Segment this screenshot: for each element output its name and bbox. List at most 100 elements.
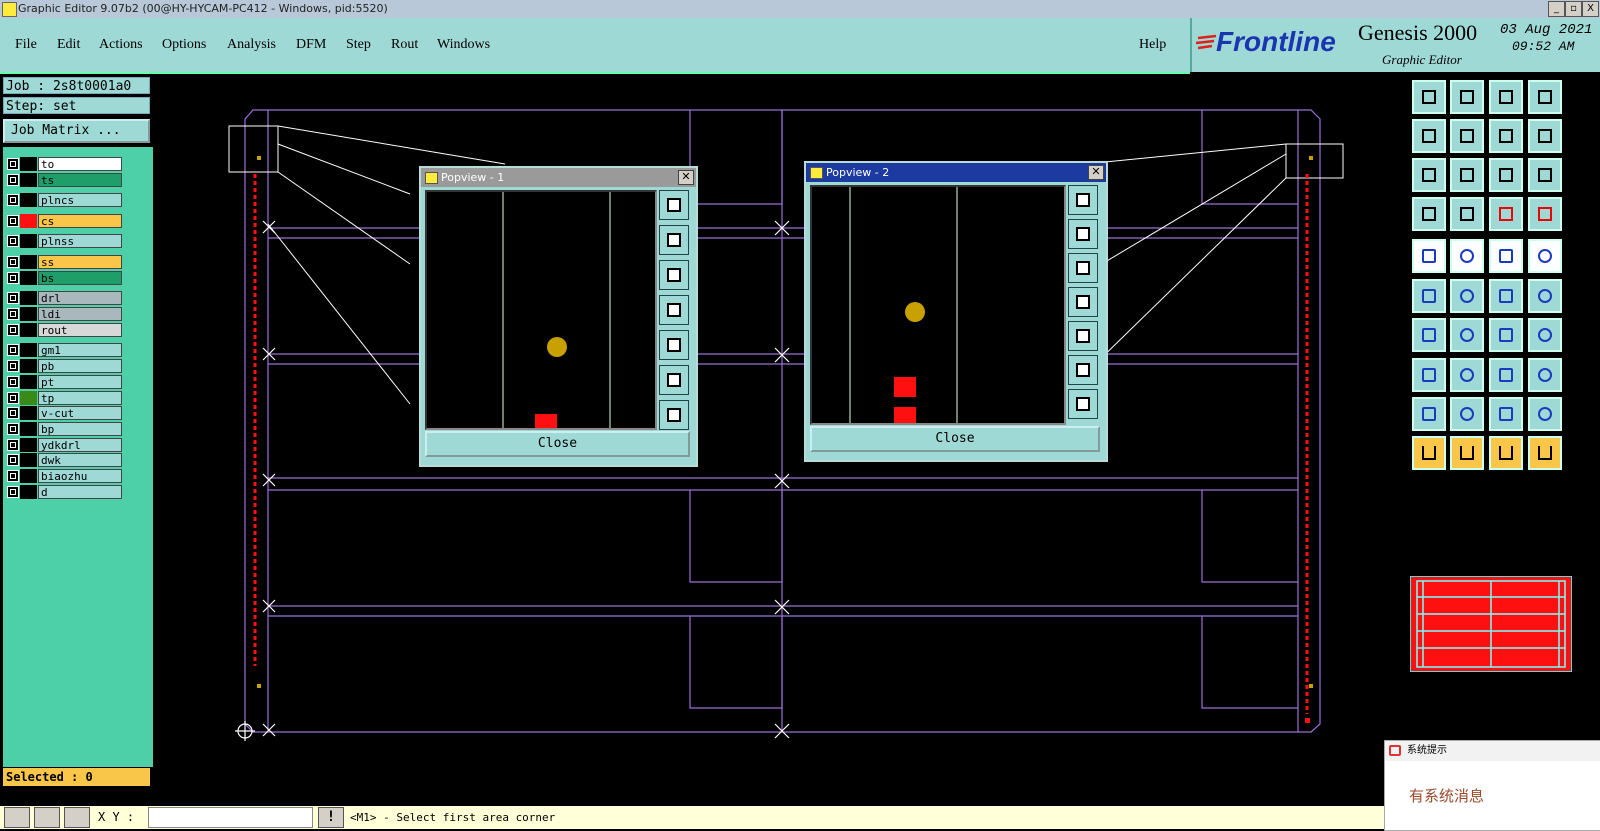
job-matrix-button[interactable]: Job Matrix ...	[3, 119, 150, 143]
popview-2-titlebar[interactable]: Popview - 2 ✕	[806, 163, 1106, 182]
layer-name[interactable]: biaozhu	[38, 469, 122, 483]
menu-edit[interactable]: Edit	[57, 37, 80, 53]
layer-name[interactable]: pt	[38, 375, 122, 389]
angle-tool[interactable]	[1412, 318, 1446, 352]
wrench-tool[interactable]	[1412, 197, 1446, 231]
maximize-button[interactable]: ▫	[1565, 1, 1582, 17]
snap-tool[interactable]	[1528, 119, 1562, 153]
arc-4-tool[interactable]	[1528, 397, 1562, 431]
layer-checkbox[interactable]	[7, 235, 19, 247]
connect-tool[interactable]	[1412, 279, 1446, 313]
layer-row-pb[interactable]: pb	[5, 359, 122, 373]
grid-tool[interactable]	[1450, 197, 1484, 231]
xy-input[interactable]	[148, 807, 313, 828]
menu-options[interactable]: Options	[162, 37, 206, 53]
layer-checkbox[interactable]	[7, 360, 19, 372]
layer-name[interactable]: tp	[38, 391, 122, 405]
layer-name[interactable]: dwk	[38, 453, 122, 467]
layer-checkbox[interactable]	[7, 215, 19, 227]
layer-name[interactable]: ydkdrl	[38, 438, 122, 452]
pointer-circle-tool[interactable]	[1489, 436, 1523, 470]
layer-row-ss[interactable]: ss	[5, 255, 122, 269]
menu-actions[interactable]: Actions	[99, 37, 143, 53]
popview-2-close-x[interactable]: ✕	[1088, 165, 1104, 180]
popview-move-up-icon[interactable]	[1068, 219, 1098, 249]
layer-name[interactable]: rout	[38, 323, 122, 337]
layer-checkbox[interactable]	[7, 256, 19, 268]
rotate-tool[interactable]	[1489, 119, 1523, 153]
layer-name[interactable]: plncs	[38, 193, 122, 207]
menu-help[interactable]: Help	[1139, 37, 1166, 53]
arrow-red-tool[interactable]	[1528, 279, 1562, 313]
layer-name[interactable]: v-cut	[38, 406, 122, 420]
layer-name[interactable]: gm1	[38, 343, 122, 357]
popview-zoom-in-icon[interactable]	[659, 365, 689, 395]
arc-1-tool[interactable]	[1412, 397, 1446, 431]
system-notification[interactable]: 系统提示 有系统消息	[1384, 740, 1600, 831]
popview-zoom-in-icon[interactable]	[1068, 355, 1098, 385]
measure-red-2-tool[interactable]	[1528, 197, 1562, 231]
layer-name[interactable]: drl	[38, 291, 122, 305]
pointer-tool[interactable]	[1412, 436, 1446, 470]
layer-row-rout[interactable]: rout	[5, 323, 122, 337]
layer-checkbox[interactable]	[7, 486, 19, 498]
layer-row-drl[interactable]: drl	[5, 291, 122, 305]
popview-move-left-icon[interactable]	[659, 295, 689, 325]
undo-tool[interactable]	[1489, 318, 1523, 352]
pan-left-tool[interactable]	[1412, 119, 1446, 153]
window-tool[interactable]	[1528, 80, 1562, 114]
menu-analysis[interactable]: Analysis	[227, 37, 276, 53]
layer-checkbox[interactable]	[7, 454, 19, 466]
menu-step[interactable]: Step	[346, 37, 371, 53]
layer-checkbox[interactable]	[7, 194, 19, 206]
scale-tool[interactable]	[1489, 158, 1523, 192]
layer-checkbox[interactable]	[7, 292, 19, 304]
arc-3-tool[interactable]	[1489, 397, 1523, 431]
line-tool[interactable]	[1450, 358, 1484, 392]
layer-row-plncs[interactable]: plncs	[5, 193, 122, 207]
layer-checkbox[interactable]	[7, 344, 19, 356]
popview-zoom-fit-icon[interactable]	[1068, 185, 1098, 215]
layer-checkbox[interactable]	[7, 272, 19, 284]
layer-checkbox[interactable]	[7, 324, 19, 336]
download-tool[interactable]	[1450, 80, 1484, 114]
select-mode-icon[interactable]	[4, 807, 30, 828]
popview-move-down-icon[interactable]	[659, 260, 689, 290]
popview-move-up-icon[interactable]	[659, 225, 689, 255]
layer-checkbox[interactable]	[7, 376, 19, 388]
layer-name[interactable]: d	[38, 485, 122, 499]
layer-row-cs[interactable]: cs	[5, 214, 122, 228]
layer-name[interactable]: plnss	[38, 234, 122, 248]
move-pad-tool[interactable]	[1412, 358, 1446, 392]
pad-tool[interactable]	[1412, 239, 1446, 273]
slant-tool[interactable]	[1450, 318, 1484, 352]
popview-2-close-button[interactable]: Close	[810, 426, 1100, 452]
popview-1-viewport[interactable]	[425, 190, 657, 430]
popview-zoom-out-icon[interactable]	[1068, 389, 1098, 419]
pan-right-tool[interactable]	[1450, 119, 1484, 153]
layer-name[interactable]: bs	[38, 271, 122, 285]
layer-row-d[interactable]: d	[5, 485, 122, 499]
layer-checkbox[interactable]	[7, 174, 19, 186]
layer-checkbox[interactable]	[7, 423, 19, 435]
fit-vertical-tool[interactable]	[1412, 158, 1446, 192]
layer-name[interactable]: ldi	[38, 307, 122, 321]
layer-row-gm1[interactable]: gm1	[5, 343, 122, 357]
layer-checkbox[interactable]	[7, 439, 19, 451]
layer-checkbox[interactable]	[7, 392, 19, 404]
layer-row-tp[interactable]: tp	[5, 391, 122, 405]
layer-row-dwk[interactable]: dwk	[5, 453, 122, 467]
fit-all-tool[interactable]	[1450, 158, 1484, 192]
layer-row-plnss[interactable]: plnss	[5, 234, 122, 248]
symbol-tool[interactable]	[1528, 318, 1562, 352]
popview-move-left-icon[interactable]	[1068, 287, 1098, 317]
upload-tool[interactable]	[1412, 80, 1446, 114]
layer-row-ydkdrl[interactable]: ydkdrl	[5, 438, 122, 452]
popview-move-right-icon[interactable]	[1068, 321, 1098, 351]
popview-zoom-fit-icon[interactable]	[659, 190, 689, 220]
layer-checkbox[interactable]	[7, 470, 19, 482]
menu-file[interactable]: File	[15, 37, 37, 53]
minimize-button[interactable]: _	[1548, 1, 1565, 17]
box-target-tool[interactable]	[1489, 358, 1523, 392]
home-tool[interactable]	[1489, 80, 1523, 114]
